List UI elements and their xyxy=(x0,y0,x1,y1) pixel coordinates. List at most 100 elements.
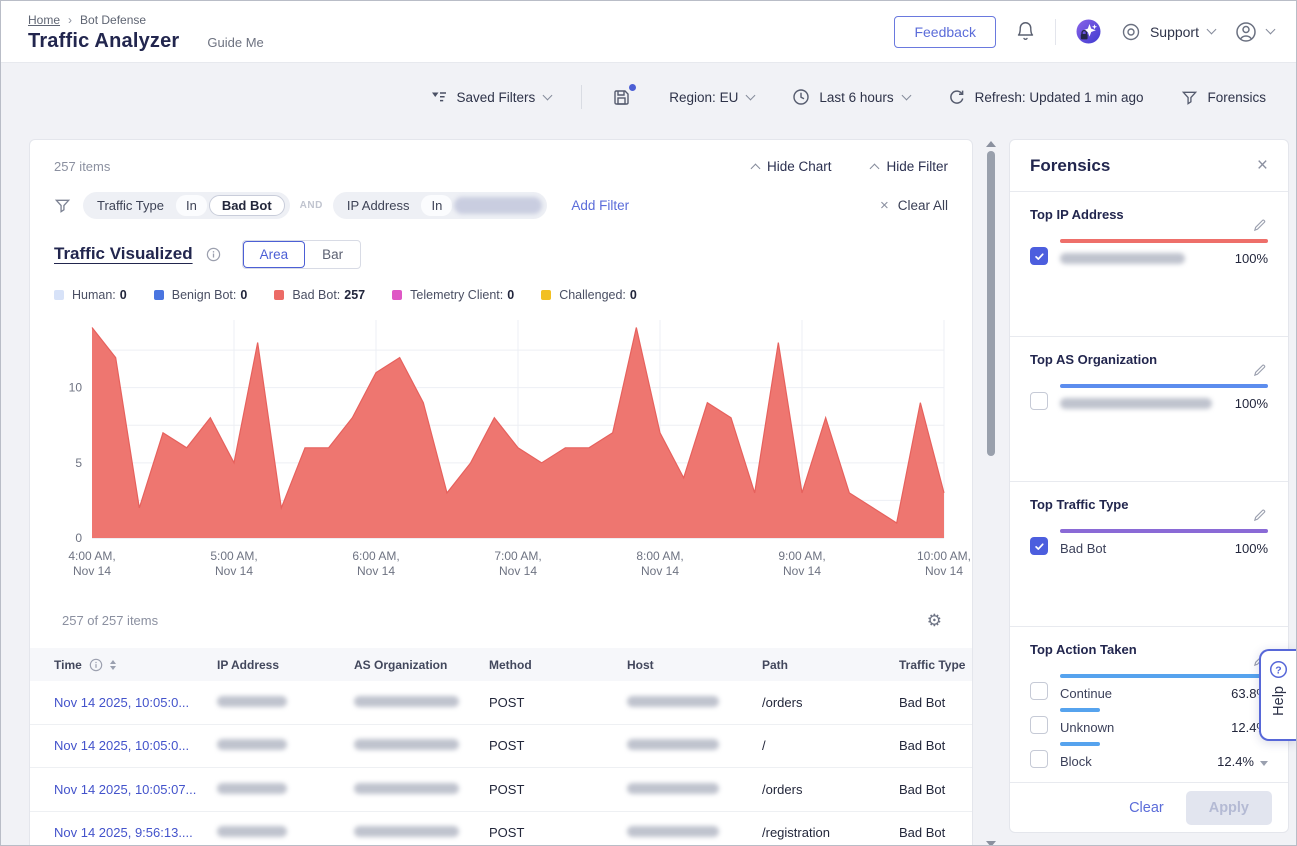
forensics-item: 100% xyxy=(1030,236,1268,267)
hide-chart-button[interactable]: Hide Chart xyxy=(752,159,832,174)
time-range-dropdown[interactable]: Last 6 hours xyxy=(792,88,909,106)
table-row: Nov 14 2025, 10:05:07...POST/ordersBad B… xyxy=(30,768,972,812)
support-label: Support xyxy=(1150,24,1199,40)
legend-swatch xyxy=(392,290,402,300)
chevron-down-icon xyxy=(543,90,553,100)
edit-pencil-icon[interactable] xyxy=(1252,362,1268,378)
checkbox[interactable] xyxy=(1030,682,1048,700)
table-header-row: Time IP Address AS Organization Method H… xyxy=(30,648,972,681)
clear-all-button[interactable]: × Clear All xyxy=(880,198,948,213)
checkbox[interactable] xyxy=(1030,537,1048,555)
forensics-bar xyxy=(1060,674,1268,678)
cell-time-link[interactable]: Nov 14 2025, 10:05:0... xyxy=(54,738,217,753)
column-header-method: Method xyxy=(489,658,627,672)
account-menu[interactable] xyxy=(1234,20,1274,44)
filter-chip-traffic-type[interactable]: Traffic Type In Bad Bot xyxy=(83,192,290,219)
close-icon[interactable]: × xyxy=(1257,156,1268,175)
legend-item[interactable]: Challenged:0 xyxy=(541,288,637,302)
column-header-host: Host xyxy=(627,658,762,672)
checkbox[interactable] xyxy=(1030,716,1048,734)
masked-value xyxy=(1060,253,1185,264)
header-divider xyxy=(1055,19,1056,45)
legend-item[interactable]: Benign Bot:0 xyxy=(154,288,248,302)
cell-time-link[interactable]: Nov 14 2025, 9:56:13.... xyxy=(54,825,217,840)
edit-pencil-icon[interactable] xyxy=(1252,507,1268,523)
legend-label: Telemetry Client: xyxy=(410,288,503,302)
table-settings-gear-icon[interactable]: ⚙ xyxy=(927,612,942,629)
forensics-bar xyxy=(1060,239,1268,243)
forensics-item-label: Continue xyxy=(1060,686,1112,701)
forensics-item-label: Bad Bot xyxy=(1060,541,1106,556)
cell-time-link[interactable]: Nov 14 2025, 10:05:0... xyxy=(54,695,217,710)
refresh-label: Refresh: Updated 1 min ago xyxy=(975,90,1144,105)
forensics-item-percent: 100% xyxy=(1235,251,1268,266)
svg-text:5: 5 xyxy=(75,456,82,470)
checkbox[interactable] xyxy=(1030,247,1048,265)
legend-item[interactable]: Human:0 xyxy=(54,288,127,302)
checkbox[interactable] xyxy=(1030,392,1048,410)
svg-text:0: 0 xyxy=(75,531,82,545)
notifications-bell-icon[interactable] xyxy=(1015,21,1036,42)
legend-item[interactable]: Telemetry Client:0 xyxy=(392,288,514,302)
info-icon[interactable] xyxy=(89,658,103,672)
checkbox[interactable] xyxy=(1030,750,1048,768)
chevron-down-icon xyxy=(1266,25,1276,35)
cell-host-masked xyxy=(627,695,762,710)
column-header-as-org: AS Organization xyxy=(354,658,489,672)
edit-pencil-icon[interactable] xyxy=(1252,217,1268,233)
filter-joiner: AND xyxy=(300,200,323,211)
support-menu[interactable]: Support xyxy=(1121,22,1215,42)
toolbar: Saved Filters Region: EU Last 6 hours Re… xyxy=(1,63,1296,131)
breadcrumb-current: Bot Defense xyxy=(80,13,146,27)
saved-filters-dropdown[interactable]: Saved Filters xyxy=(430,88,552,106)
chart-legend: Human:0 Benign Bot:0 Bad Bot:257 Telemetry … xyxy=(54,288,948,302)
masked-value xyxy=(627,826,719,837)
apply-button[interactable]: Apply xyxy=(1186,791,1272,825)
help-tab[interactable]: ? Help xyxy=(1259,649,1296,741)
close-icon: × xyxy=(880,198,889,213)
add-filter-link[interactable]: Add Filter xyxy=(571,198,629,213)
svg-text:Nov 14: Nov 14 xyxy=(73,564,111,578)
refresh-button[interactable]: Refresh: Updated 1 min ago xyxy=(948,88,1144,106)
sort-toggle[interactable] xyxy=(110,660,116,670)
legend-swatch xyxy=(154,290,164,300)
ai-assistant-icon[interactable] xyxy=(1075,18,1102,45)
legend-label: Benign Bot: xyxy=(172,288,237,302)
caret-down-icon[interactable] xyxy=(1260,761,1268,766)
forensics-item: Continue63.8% xyxy=(1030,671,1268,702)
filter-value-masked[interactable] xyxy=(454,197,542,214)
clear-button[interactable]: Clear xyxy=(1129,800,1164,816)
svg-text:9:00 AM,: 9:00 AM, xyxy=(778,549,825,563)
cell-time-link[interactable]: Nov 14 2025, 10:05:07... xyxy=(54,782,217,797)
cell-ip-masked xyxy=(217,825,354,840)
forensics-bar-fill xyxy=(1060,384,1268,388)
forensics-title: Forensics xyxy=(1030,156,1110,176)
breadcrumb-home-link[interactable]: Home xyxy=(28,13,60,27)
forensics-toggle[interactable]: Forensics xyxy=(1181,89,1266,106)
forensics-section-title: Top Action Taken xyxy=(1030,639,1137,657)
guide-me-link[interactable]: Guide Me xyxy=(207,35,263,50)
scroll-down-arrow[interactable] xyxy=(986,841,996,846)
feedback-button[interactable]: Feedback xyxy=(894,16,995,48)
region-label: Region: EU xyxy=(669,90,738,105)
scroll-up-arrow[interactable] xyxy=(986,141,996,147)
masked-value xyxy=(217,696,287,707)
filter-chip-ip-address[interactable]: IP Address In xyxy=(333,192,547,219)
hide-filter-button[interactable]: Hide Filter xyxy=(871,159,948,174)
filter-value-bad-bot[interactable]: Bad Bot xyxy=(209,195,285,216)
cell-ip-masked xyxy=(217,738,354,753)
legend-item[interactable]: Bad Bot:257 xyxy=(274,288,365,302)
column-header-ip: IP Address xyxy=(217,658,354,672)
save-filter-button[interactable] xyxy=(612,88,631,107)
info-icon[interactable] xyxy=(206,247,221,262)
clock-icon xyxy=(792,88,810,106)
chart-mode-area[interactable]: Area xyxy=(243,241,306,268)
svg-text:Nov 14: Nov 14 xyxy=(783,564,821,578)
scrollbar-thumb[interactable] xyxy=(987,151,995,456)
forensics-bar-fill xyxy=(1060,742,1100,746)
region-dropdown[interactable]: Region: EU xyxy=(669,90,754,105)
legend-swatch xyxy=(54,290,64,300)
chart-mode-bar[interactable]: Bar xyxy=(305,241,360,268)
app-window: Home › Bot Defense Traffic Analyzer Guid… xyxy=(0,0,1297,846)
forensics-bar-fill xyxy=(1060,529,1268,533)
